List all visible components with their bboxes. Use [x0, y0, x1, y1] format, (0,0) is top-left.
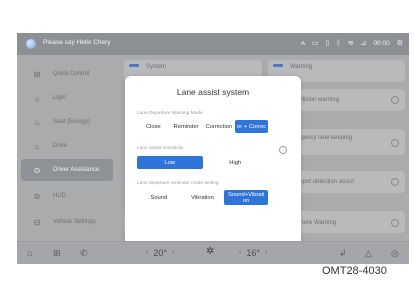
temp-down-button[interactable]: ‹ — [239, 247, 241, 259]
sidebar-item-driver-assistance[interactable]: ⊙ Driver Assistance — [21, 159, 113, 181]
info-icon[interactable] — [391, 178, 399, 186]
reminder-option-vibration[interactable]: Vibration — [181, 190, 225, 205]
setting-card-label: Warning — [290, 64, 313, 70]
sidebar-item-vehicle-settings[interactable]: ⊟ Vehicle Settings — [21, 211, 113, 233]
driver-temperature: ‹ 20° › — [146, 247, 174, 259]
sidebar-item-label: Drive — [53, 142, 68, 149]
screen-icon: ▭ — [312, 40, 319, 47]
antenna-icon: ⩜ — [301, 40, 305, 47]
sidebar-item-label: Seat (Energy) — [53, 118, 91, 125]
driver-temp-value: 20° — [153, 248, 167, 258]
setting-card-label: System — [146, 64, 167, 70]
driver-assistance-icon: ⊙ — [33, 165, 41, 175]
fan-icon[interactable]: ✲ — [206, 246, 214, 258]
sidebar-item-label: Light — [53, 94, 67, 101]
dialog-title: Lane assist system — [176, 87, 250, 97]
phone-icon[interactable]: ✆ — [80, 247, 88, 259]
reminder-option-sound-vibration[interactable]: Sound+Vibrati on — [224, 190, 269, 205]
home-icon[interactable]: ⌂ — [27, 247, 32, 259]
info-icon[interactable] — [391, 96, 399, 104]
mode-label: Lane Departure Warning Mode — [137, 111, 203, 116]
apps-icon[interactable]: ⊞ — [53, 247, 61, 259]
sidebar-item-light[interactable]: ☼ Light — [21, 87, 113, 109]
warning-mode-selector: Close Reminder Correction or + Correc — [137, 120, 268, 133]
clock-time: 00:00 — [373, 40, 390, 47]
sensitivity-option-low[interactable]: Low — [137, 156, 203, 169]
sensitivity-selector: Low High — [137, 156, 268, 169]
settings-gear-icon[interactable]: ⚙ — [397, 38, 403, 50]
sidebar-item-label: Driver Assistance — [53, 166, 100, 173]
mode-option-reminder-correction[interactable]: or + Correc — [235, 120, 268, 133]
vehicle-settings-icon: ⊟ — [33, 217, 41, 227]
climate-bar: ⌂ ⊞ ✆ ‹ 20° › ✲ ‹ 16° › ↲ △ ◎ — [17, 241, 409, 264]
mode-option-correction[interactable]: Correction — [203, 120, 236, 133]
seat-heat-icon[interactable]: ↲ — [339, 247, 347, 259]
info-icon[interactable] — [391, 139, 399, 147]
reminder-mode-selector: Sound Vibration Sound+Vibrati on — [137, 190, 269, 205]
voice-assistant-prompt: Please say Hello Chery — [43, 39, 111, 46]
reminder-mode-label: Lane departure reminder mode setting — [137, 181, 219, 186]
sidebar-item-hud[interactable]: ⊜ HUD — [21, 185, 113, 207]
mode-option-close[interactable]: Close — [137, 120, 170, 133]
info-icon[interactable] — [391, 219, 399, 227]
passenger-temp-value: 16° — [246, 248, 260, 258]
status-icons: ⩜ ▭ ▯ ᛒ ≋ ⊿ 00:00 ⚙ — [301, 38, 403, 50]
sidebar-item-quick-control[interactable]: ⊞ Quick Control — [21, 63, 113, 85]
sidebar-item-drive[interactable]: ⌂ Drive — [21, 135, 113, 157]
reminder-option-sound[interactable]: Sound — [137, 190, 181, 205]
hud-icon: ⊜ — [33, 191, 41, 201]
mode-option-reminder[interactable]: Reminder — [170, 120, 203, 133]
alert-icon[interactable]: △ — [365, 247, 372, 259]
toggle-indicator — [273, 64, 283, 67]
settings-sidebar: ⊞ Quick Control ☼ Light ♨ Seat (Energy) … — [17, 59, 117, 241]
sidebar-item-label: Quick Control — [53, 70, 90, 77]
bluetooth-icon: ᛒ — [336, 40, 341, 47]
toggle-indicator — [129, 64, 139, 67]
sidebar-item-seat[interactable]: ♨ Seat (Energy) — [21, 111, 113, 133]
voice-assistant-icon[interactable] — [26, 39, 36, 49]
media-icon: ▯ — [325, 40, 330, 47]
car-display-screen: Please say Hello Chery ⩜ ▭ ▯ ᛒ ≋ ⊿ 00:00… — [17, 33, 409, 264]
figure-code: OMT28-4030 — [322, 265, 387, 277]
wifi-icon: ≋ — [347, 40, 354, 47]
seat-icon: ♨ — [33, 117, 41, 127]
passenger-temperature: ‹ 16° › — [239, 247, 267, 259]
drive-icon: ⌂ — [34, 141, 40, 151]
camera-icon[interactable]: ◎ — [391, 247, 399, 259]
signal-icon: ⊿ — [360, 40, 367, 47]
help-icon[interactable]: i — [279, 146, 287, 154]
temp-up-button[interactable]: › — [265, 247, 267, 259]
lane-assist-dialog: Lane assist system Lane Departure Warnin… — [125, 76, 301, 251]
sensitivity-label: Lane assist sensitivity — [137, 146, 184, 151]
quick-control-icon: ⊞ — [33, 69, 41, 79]
light-icon: ☼ — [33, 93, 41, 103]
status-bar: Please say Hello Chery ⩜ ▭ ▯ ᛒ ≋ ⊿ 00:00… — [17, 33, 409, 55]
sidebar-item-label: HUD — [53, 192, 66, 199]
temp-down-button[interactable]: ‹ — [146, 247, 148, 259]
sidebar-item-label: Vehicle Settings — [53, 218, 96, 225]
sensitivity-option-high[interactable]: High — [203, 156, 269, 169]
temp-up-button[interactable]: › — [172, 247, 174, 259]
